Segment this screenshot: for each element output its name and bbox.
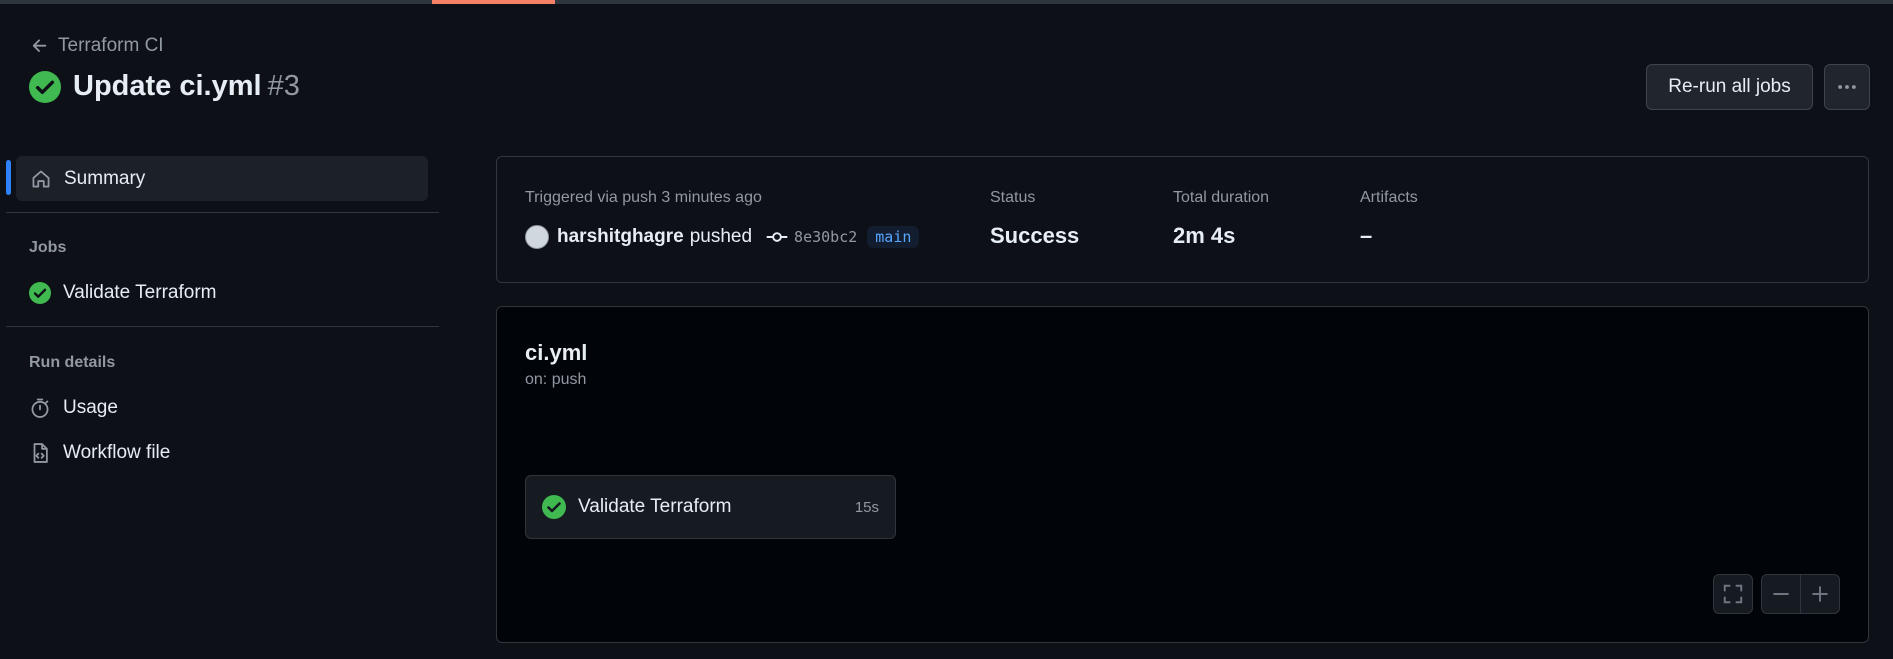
minus-icon [1773, 593, 1789, 595]
more-options-button[interactable] [1824, 64, 1870, 110]
stopwatch-icon [31, 398, 49, 418]
sidebar-run-details-heading: Run details [29, 354, 116, 371]
run-title-row: Update ci.yml #3 [29, 70, 300, 103]
sidebar-item-label: Validate Terraform [63, 282, 217, 303]
status-value: Success [990, 223, 1080, 248]
duration-label: Total duration [1173, 189, 1270, 206]
home-icon [32, 170, 50, 187]
run-number: #3 [267, 70, 300, 102]
job-duration: 15s [854, 498, 879, 516]
success-check-icon [29, 70, 61, 103]
git-commit-icon [766, 232, 788, 242]
zoom-in-button[interactable] [1800, 574, 1840, 614]
screen-full-icon [1723, 584, 1743, 604]
job-node[interactable]: Validate Terraform 15s [525, 475, 896, 539]
branch-badge[interactable]: main [867, 226, 920, 248]
fit-to-screen-button[interactable] [1713, 574, 1753, 614]
workflow-file-title: ci.yml [525, 340, 588, 365]
sidebar-item-workflow-file[interactable]: Workflow file [29, 442, 170, 464]
workflow-graph-card: ci.yml on: push Validate Terraform 15s [496, 306, 1869, 643]
push-info: harshitghagre pushed 8e30bc2 main [525, 225, 920, 249]
sidebar-active-indicator [6, 160, 11, 195]
job-name: Validate Terraform [578, 496, 732, 517]
sidebar-item-summary[interactable]: Summary [16, 156, 428, 201]
sidebar-divider [6, 326, 439, 327]
success-check-icon [29, 282, 51, 304]
sidebar-item-label: Workflow file [63, 442, 171, 463]
push-action-text: pushed [689, 226, 753, 247]
sidebar-divider [6, 212, 439, 213]
artifacts-value: – [1360, 223, 1373, 248]
artifacts-label: Artifacts [1360, 189, 1418, 206]
workflow-trigger: on: push [525, 371, 587, 388]
kebab-horizontal-icon [1838, 85, 1856, 89]
sidebar-item-label: Usage [63, 397, 118, 418]
sidebar-item-job[interactable]: Validate Terraform [29, 282, 216, 304]
rerun-all-jobs-button[interactable]: Re-run all jobs [1646, 64, 1813, 110]
success-check-icon [542, 495, 566, 519]
active-tab-underline [432, 0, 555, 4]
top-nav-border [0, 0, 1893, 4]
back-link-label[interactable]: Terraform CI [58, 35, 164, 57]
plus-icon [1812, 586, 1828, 602]
arrow-left-icon [32, 39, 47, 52]
sidebar-item-label: Summary [64, 167, 146, 189]
duration-value: 2m 4s [1173, 223, 1236, 248]
avatar[interactable] [525, 225, 549, 249]
trigger-text: Triggered via push 3 minutes ago [525, 189, 762, 206]
sidebar-jobs-heading: Jobs [29, 239, 67, 256]
run-summary-card: Triggered via push 3 minutes ago harshit… [496, 156, 1869, 283]
status-label: Status [990, 189, 1036, 206]
sidebar-item-usage[interactable]: Usage [29, 397, 118, 419]
commit-sha-link[interactable]: 8e30bc2 [794, 228, 857, 246]
back-to-workflow-link[interactable]: Terraform CI [30, 35, 164, 57]
file-code-icon [33, 443, 48, 463]
page-title: Update ci.yml #3 [73, 70, 300, 103]
zoom-out-button[interactable] [1761, 574, 1801, 614]
actor-link[interactable]: harshitghagre [557, 226, 684, 248]
run-title: Update ci.yml [73, 70, 262, 102]
